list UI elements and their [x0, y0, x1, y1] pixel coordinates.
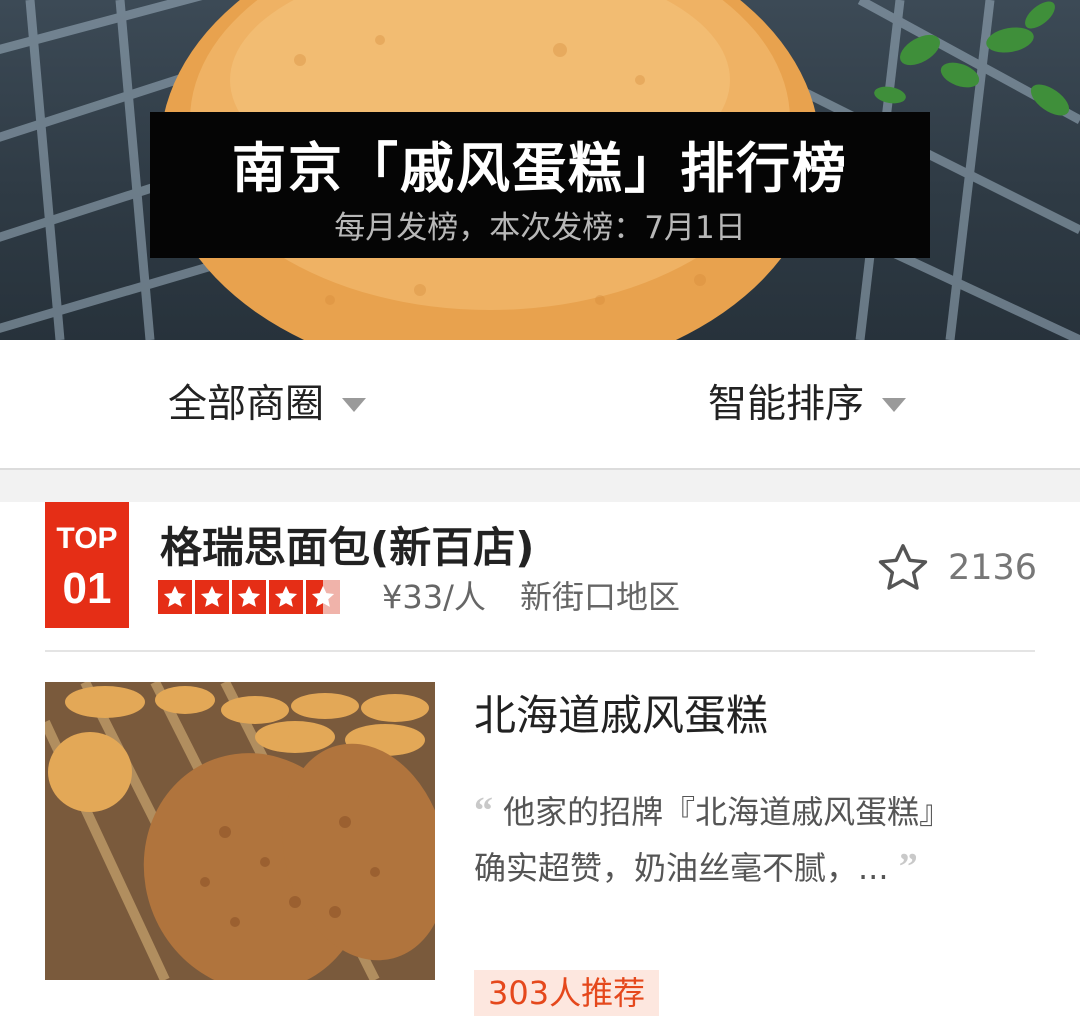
sort-filter-label: 智能排序 [708, 382, 865, 427]
quote-close-icon: ” [898, 846, 918, 888]
rank-number: 01 [62, 564, 112, 613]
star-rating [158, 580, 340, 614]
recommend-count-badge: 303人推荐 [474, 970, 660, 1016]
star-icon [269, 580, 303, 614]
area-filter-dropdown[interactable]: 全部商圈 [168, 380, 367, 430]
section-divider [0, 470, 1080, 502]
banner: 南京「戚风蛋糕」排行榜 每月发榜，本次发榜：7月1日 [0, 0, 1080, 340]
star-outline-icon [878, 544, 928, 590]
favorite-button[interactable]: 2136 [874, 538, 1037, 598]
dish-photo[interactable] [45, 682, 435, 980]
filter-bar: 全部商圈 智能排序 [0, 340, 1080, 470]
shop-card[interactable]: TOP 01 格瑞思面包(新百店) ¥33/人 新街口地区 2136 北海道戚风… [0, 502, 1080, 1016]
quote-open-icon: “ [474, 790, 493, 832]
star-icon [232, 580, 266, 614]
publish-date-text: 每月发榜，本次发榜：7月1日 [334, 210, 746, 246]
star-icon [158, 580, 192, 614]
shop-name[interactable]: 格瑞思面包(新百店) [160, 520, 534, 576]
dish-name[interactable]: 北海道戚风蛋糕 [474, 688, 768, 744]
rank-prefix: TOP [56, 522, 118, 555]
chevron-down-icon [342, 398, 367, 412]
region-label: 新街口地区 [520, 578, 681, 616]
favorite-count: 2136 [948, 548, 1038, 588]
page-title: 南京「戚风蛋糕」排行榜 [232, 137, 848, 200]
review-snippet: “ 他家的招牌『北海道戚风蛋糕』确实超赞，奶油丝毫不腻，... ” [474, 784, 974, 896]
chevron-down-icon [882, 398, 907, 412]
area-filter-label: 全部商圈 [168, 382, 325, 427]
card-divider [45, 650, 1035, 652]
star-icon [195, 580, 229, 614]
review-text: 他家的招牌『北海道戚风蛋糕』确实超赞，奶油丝毫不腻，... [474, 793, 952, 887]
banner-title-box: 南京「戚风蛋糕」排行榜 每月发榜，本次发榜：7月1日 [150, 112, 930, 258]
sort-filter-dropdown[interactable]: 智能排序 [708, 380, 907, 430]
half-star-icon [306, 580, 340, 614]
price-per-person: ¥33/人 [382, 578, 486, 616]
rank-badge: TOP 01 [45, 502, 129, 628]
